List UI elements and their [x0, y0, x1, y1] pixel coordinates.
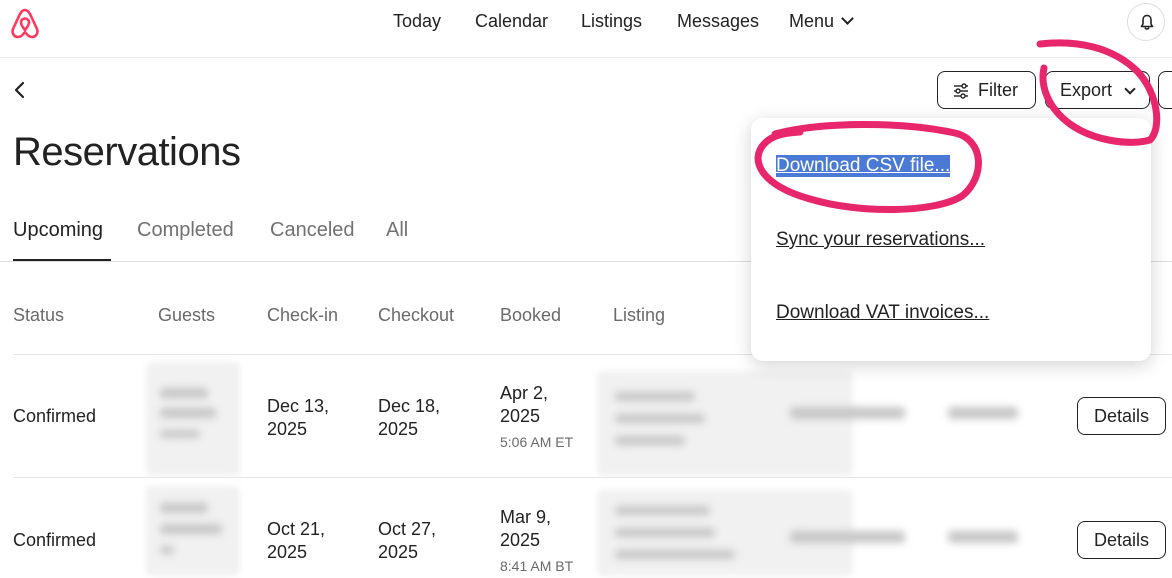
checkout-date: Oct 27,: [378, 519, 437, 539]
guest-name-redacted: [160, 503, 208, 513]
column-header-checkin[interactable]: Check-in: [267, 305, 338, 326]
top-bar: Today Calendar Listings Messages Menu: [0, 0, 1172, 58]
details-button[interactable]: Details: [1077, 521, 1166, 559]
column-header-booked[interactable]: Booked: [500, 305, 561, 326]
booked-year: 2025: [500, 406, 541, 426]
guest-name-redacted: [160, 524, 222, 534]
details-button[interactable]: Details: [1077, 397, 1166, 435]
checkout-year: 2025: [378, 542, 419, 562]
export-dropdown-menu: Download CSV file... Sync your reservati…: [751, 118, 1151, 361]
checkout-date: Dec 18,: [378, 396, 441, 416]
listing-redacted: [615, 414, 705, 423]
column-header-listing[interactable]: Listing: [613, 305, 665, 326]
booked-date: Mar 9,: [500, 507, 552, 527]
nav-item-listings[interactable]: Listings: [581, 11, 642, 32]
amount-redacted: [948, 407, 1018, 419]
nav-item-today[interactable]: Today: [393, 11, 441, 32]
tab-completed[interactable]: Completed: [137, 219, 234, 242]
tab-canceled[interactable]: Canceled: [270, 219, 355, 242]
menu-item-sync-reservations[interactable]: Sync your reservations...: [776, 229, 985, 251]
listing-redacted: [615, 550, 735, 559]
notifications-button[interactable]: [1127, 3, 1165, 41]
export-button[interactable]: Export: [1045, 71, 1150, 109]
listing-redacted: [615, 392, 695, 401]
listing-redacted: [615, 506, 710, 515]
bell-icon: [1140, 14, 1154, 30]
booked-time: 5:06 AM ET: [500, 434, 574, 450]
page-title: Reservations: [13, 130, 241, 174]
guest-name-redacted: [160, 408, 216, 418]
guest-blurred: [146, 362, 240, 476]
booked-time: 8:41 AM BT: [500, 558, 574, 574]
filter-sliders-icon: [954, 83, 968, 99]
tab-upcoming[interactable]: Upcoming: [13, 219, 103, 242]
checkin-year: 2025: [267, 419, 308, 439]
menu-item-download-csv[interactable]: Download CSV file...: [776, 155, 951, 177]
export-label: Export: [1060, 80, 1113, 100]
checkin-date: Dec 13,: [267, 396, 330, 416]
checkin-date: Oct 21,: [267, 519, 326, 539]
back-arrow-icon[interactable]: [10, 80, 30, 100]
menu-item-download-vat[interactable]: Download VAT invoices...: [776, 302, 989, 324]
column-header-status[interactable]: Status: [13, 305, 64, 326]
column-header-guests[interactable]: Guests: [158, 305, 215, 326]
guest-name-redacted: [160, 430, 200, 438]
amount-redacted: [948, 531, 1018, 543]
nav-item-messages[interactable]: Messages: [677, 11, 759, 32]
column-header-checkout[interactable]: Checkout: [378, 305, 454, 326]
status-cell: Confirmed: [13, 530, 97, 550]
main-nav: Today Calendar Listings Messages Menu: [0, 11, 1172, 35]
tab-all[interactable]: All: [386, 219, 408, 242]
active-tab-indicator: [13, 259, 111, 261]
status-cell: Confirmed: [13, 406, 97, 426]
payout-redacted: [790, 407, 905, 419]
payout-redacted: [790, 531, 905, 543]
guest-name-redacted: [160, 546, 174, 554]
guest-name-redacted: [160, 388, 208, 398]
listing-redacted: [615, 436, 685, 445]
booked-date: Apr 2,: [500, 383, 549, 403]
nav-item-calendar[interactable]: Calendar: [475, 11, 548, 32]
chevron-down-icon: [1124, 83, 1136, 95]
listing-redacted: [615, 528, 715, 537]
filter-label: Filter: [978, 80, 1018, 100]
table-divider: [13, 477, 1172, 478]
nav-item-menu[interactable]: Menu: [789, 11, 854, 32]
listing-blurred: [597, 371, 853, 476]
chevron-down-icon: [841, 12, 854, 25]
menu-label: Menu: [789, 11, 835, 31]
more-button[interactable]: [1158, 71, 1172, 109]
checkout-year: 2025: [378, 419, 419, 439]
filter-button[interactable]: Filter: [937, 71, 1036, 109]
booked-year: 2025: [500, 530, 541, 550]
checkin-year: 2025: [267, 542, 308, 562]
